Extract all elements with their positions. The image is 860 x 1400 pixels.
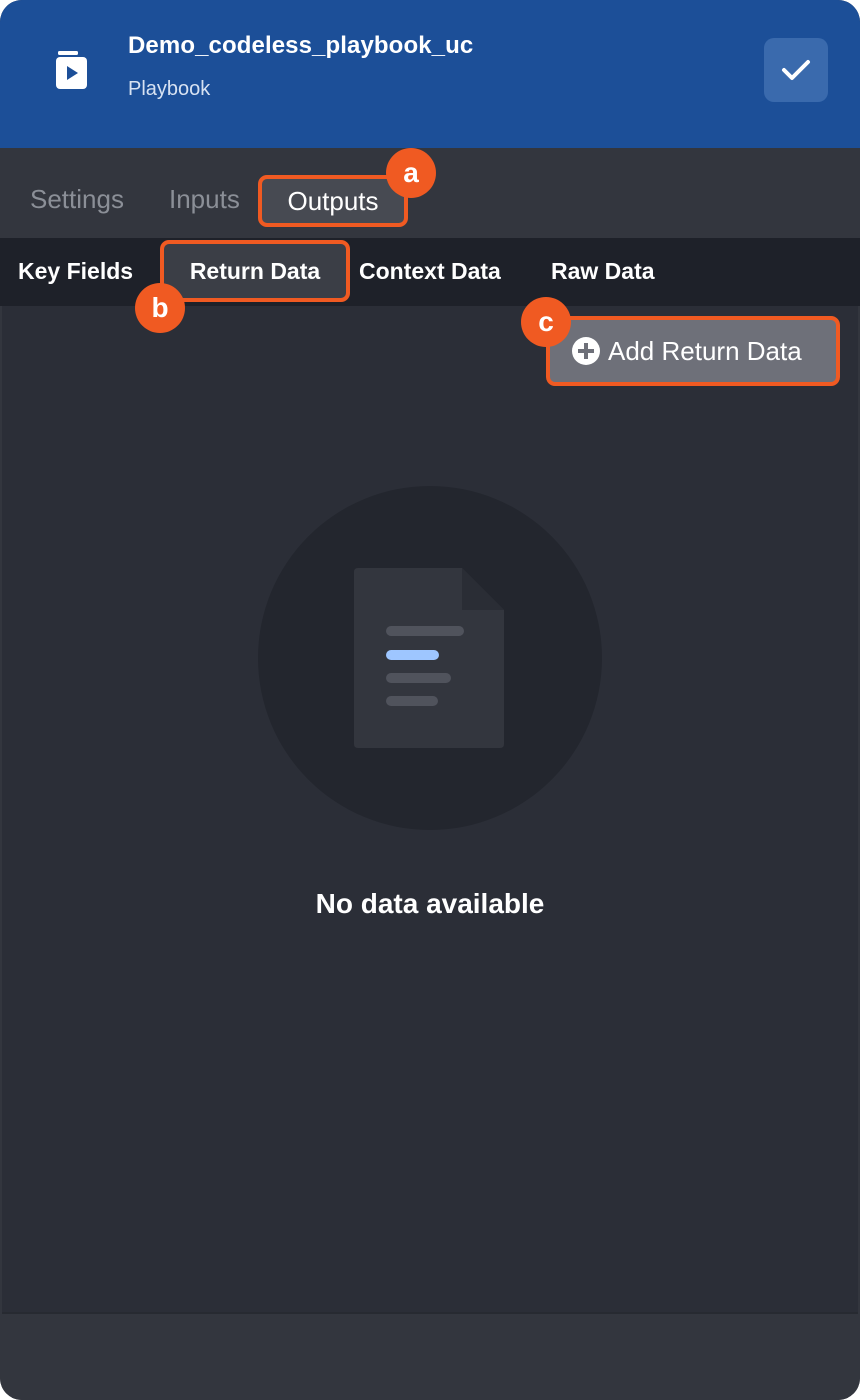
- output-sub-tabs: Key Fields Return Data Context Data Raw …: [0, 238, 860, 306]
- playbook-type-label: Playbook: [128, 78, 211, 100]
- panel-header: Demo_codeless_playbook_uc Playbook: [0, 0, 860, 148]
- checkmark-icon: [782, 60, 810, 80]
- subtab-return-data[interactable]: Return Data: [160, 240, 350, 302]
- subtab-context-data[interactable]: Context Data: [359, 258, 501, 285]
- subtab-key-fields[interactable]: Key Fields: [18, 258, 133, 285]
- plus-circle-icon: [572, 337, 600, 365]
- tab-outputs[interactable]: Outputs: [258, 175, 408, 227]
- add-return-data-label: Add Return Data: [608, 335, 802, 366]
- subtab-raw-data[interactable]: Raw Data: [551, 258, 655, 285]
- document-icon: [354, 568, 504, 748]
- panel-footer: [0, 1316, 860, 1400]
- playbook-panel: Demo_codeless_playbook_uc Playbook Setti…: [0, 0, 860, 1400]
- empty-state-message: No data available: [315, 888, 545, 919]
- playbook-title: Demo_codeless_playbook_uc: [128, 32, 474, 59]
- annotation-badge-c: c: [521, 297, 571, 347]
- tab-inputs[interactable]: Inputs: [169, 184, 240, 215]
- add-return-data-button[interactable]: Add Return Data: [546, 316, 840, 386]
- playbook-icon: [56, 51, 87, 89]
- annotation-badge-a: a: [386, 148, 436, 198]
- confirm-button[interactable]: [764, 38, 828, 102]
- tab-settings[interactable]: Settings: [30, 184, 124, 215]
- annotation-badge-b: b: [135, 283, 185, 333]
